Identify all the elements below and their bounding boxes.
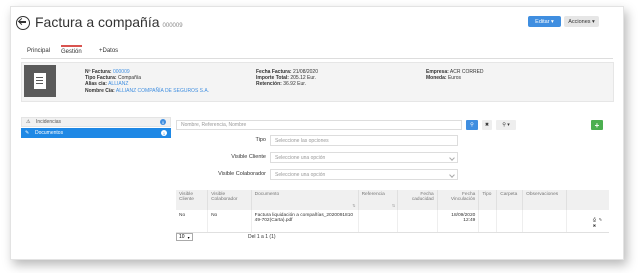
document-icon xyxy=(24,65,56,97)
page-title-text: Factura a compañía xyxy=(35,14,160,30)
col-fecha-vinculacion-label: Fecha Vinculación xyxy=(450,192,476,202)
tab-gestion[interactable]: Gestión xyxy=(61,45,82,55)
cell-visible-colaborador: No xyxy=(207,210,252,233)
moneda-label: Moneda: xyxy=(426,75,447,82)
table-row[interactable]: No No Factura liquidación a compañías_20… xyxy=(176,210,609,233)
cell-tipo xyxy=(478,210,498,233)
pagination-info: Del 1 a 1 (1) xyxy=(248,234,276,240)
page-size-select[interactable]: 10 ▾ xyxy=(176,233,193,241)
retencion-label: Retención: xyxy=(256,81,282,88)
filter-tipo-placeholder: Seleccione las opciones xyxy=(275,137,329,144)
col-fecha-caducidad-label: Fecha caducidad xyxy=(411,192,434,202)
col-referencia-label: Referencia xyxy=(361,192,385,197)
sidebar: ⚠ Incidencias 0 ✎ Documentos 1 xyxy=(21,117,171,138)
page-size-value: 10 xyxy=(179,234,185,240)
col-tipo[interactable]: Tipo xyxy=(478,190,498,210)
filter-visible-colaborador-placeholder: Seleccione una opción xyxy=(275,171,326,178)
chevron-down-icon xyxy=(449,155,455,161)
empresa-label: Empresa: xyxy=(426,69,449,75)
documents-table: Visible Cliente Visible Colaborador Docu… xyxy=(176,190,609,233)
actions-button[interactable]: Acciones ▾ xyxy=(564,16,599,27)
info-column-2: Fecha Factura: 21/08/2020 Importe Total:… xyxy=(256,69,318,88)
invoice-id: 000009 xyxy=(162,23,183,29)
cell-observaciones xyxy=(522,210,567,233)
col-observaciones[interactable]: Observaciones xyxy=(522,190,567,210)
filter-visible-cliente-label: Visible Cliente xyxy=(231,154,266,160)
nombre-cia-value[interactable]: ALLIANZ COMPAÑÍA DE SEGUROS S.A. xyxy=(116,88,209,94)
col-documento-label: Documento xyxy=(254,192,280,197)
nfactura-label: Nº Factura: xyxy=(85,69,112,75)
advanced-search-button[interactable]: ⚲ ▾ xyxy=(496,120,516,130)
chevron-down-icon xyxy=(449,172,455,178)
col-visible-cliente[interactable]: Visible Cliente xyxy=(176,190,209,210)
download-icon[interactable]: ⎙ xyxy=(592,217,597,222)
alias-label: Alias cia: xyxy=(85,81,107,88)
search-input[interactable]: Nombre, Referencia, Nombre xyxy=(176,120,462,130)
search-options-icon: ⚲ ▾ xyxy=(502,122,510,128)
tab-principal[interactable]: Principal xyxy=(27,48,50,54)
retencion-value: 36.92 Eur. xyxy=(283,81,307,88)
filter-tipo-label: Tipo xyxy=(255,137,267,143)
alert-icon: ⚠ xyxy=(26,119,31,125)
filter-visible-colaborador-select[interactable]: Seleccione una opción xyxy=(270,169,458,180)
nfactura-value[interactable]: 000009 xyxy=(113,69,130,75)
cell-fecha-caducidad xyxy=(397,210,438,233)
close-icon: ✖ xyxy=(484,122,490,128)
delete-icon[interactable]: ✖ xyxy=(592,223,597,228)
page-header: Factura a compañía 000009 Editar ▾ Accion… xyxy=(15,13,615,41)
cell-referencia xyxy=(358,210,399,233)
count-badge: 1 xyxy=(161,130,167,136)
page-title: Factura a compañía 000009 xyxy=(35,14,183,30)
sidebar-item-incidencias[interactable]: ⚠ Incidencias 0 xyxy=(21,117,171,127)
count-badge: 0 xyxy=(160,119,166,125)
plus-icon: + xyxy=(594,120,600,130)
sidebar-item-label: Incidencias xyxy=(36,119,62,125)
add-document-button[interactable]: + xyxy=(591,120,603,130)
importe-total-value: 205.12 Eur. xyxy=(290,75,316,82)
clear-search-button[interactable]: ✖ xyxy=(482,120,492,130)
back-arrow-icon[interactable] xyxy=(16,16,30,30)
importe-total-label: Importe Total: xyxy=(256,75,289,82)
paperclip-icon: ✎ xyxy=(25,130,30,136)
filter-visible-cliente-placeholder: Seleccione una opción xyxy=(275,154,326,161)
info-column-1: Nº Factura: 000009 Tipo Factura: Compañí… xyxy=(85,69,209,94)
cell-actions: ⎙ ✎ ✖ xyxy=(566,210,609,233)
filter-visible-cliente-select[interactable]: Seleccione una opción xyxy=(270,152,458,163)
cell-visible-cliente: No xyxy=(176,210,209,233)
edit-icon[interactable]: ✎ xyxy=(598,217,603,222)
filter-visible-colaborador-label: Visible Colaborador xyxy=(218,171,266,177)
col-referencia[interactable]: Referencia ⇅ xyxy=(358,190,399,210)
edit-button[interactable]: Editar ▾ xyxy=(528,16,561,27)
tipo-factura-label: Tipo Factura: xyxy=(85,75,117,82)
sort-icon: ⇅ xyxy=(391,203,396,208)
fecha-factura-label: Fecha Factura: xyxy=(256,69,292,75)
tab-mas-datos[interactable]: +Datos xyxy=(99,48,118,54)
fecha-factura-value: 21/08/2020 xyxy=(292,69,318,75)
search-icon: ⚲ xyxy=(470,122,474,128)
sort-icon: ⇅ xyxy=(352,203,356,208)
nombre-cia-label: Nombre Cía: xyxy=(85,87,115,94)
tipo-factura-value: Compañía xyxy=(117,75,142,82)
empresa-value: ACR CORRED xyxy=(449,69,484,75)
invoice-info-panel: Nº Factura: 000009 Tipo Factura: Compañí… xyxy=(21,62,614,102)
col-documento[interactable]: Documento ⇅ xyxy=(251,190,359,210)
filter-tipo-select[interactable]: Seleccione las opciones xyxy=(270,135,458,146)
chevron-down-icon: ▾ xyxy=(187,234,190,240)
info-column-3: Empresa: ACR CORRED Moneda: Euros xyxy=(426,69,484,81)
table-header-row: Visible Cliente Visible Colaborador Docu… xyxy=(176,190,609,210)
sidebar-item-label: Documentos xyxy=(35,130,64,136)
cell-carpeta xyxy=(496,210,524,233)
col-actions xyxy=(566,190,609,210)
col-fecha-vinculacion[interactable]: Fecha Vinculación xyxy=(437,190,480,210)
col-carpeta[interactable]: Carpeta xyxy=(496,190,524,210)
col-visible-colaborador[interactable]: Visible Colaborador xyxy=(207,190,252,210)
search-button[interactable]: ⚲ xyxy=(466,120,478,130)
alias-value[interactable]: ALLIANZ xyxy=(108,81,128,87)
cell-fecha-vinculacion: 18/09/2020 12:49 xyxy=(437,210,480,233)
moneda-value: Euros xyxy=(447,75,462,82)
app-window: Factura a compañía 000009 Editar ▾ Accion… xyxy=(10,6,624,260)
cell-documento[interactable]: Factura liquidación a compañías_20200918… xyxy=(251,210,359,233)
tab-bar: Principal Gestión +Datos xyxy=(21,44,613,59)
col-fecha-caducidad[interactable]: Fecha caducidad xyxy=(397,190,438,210)
